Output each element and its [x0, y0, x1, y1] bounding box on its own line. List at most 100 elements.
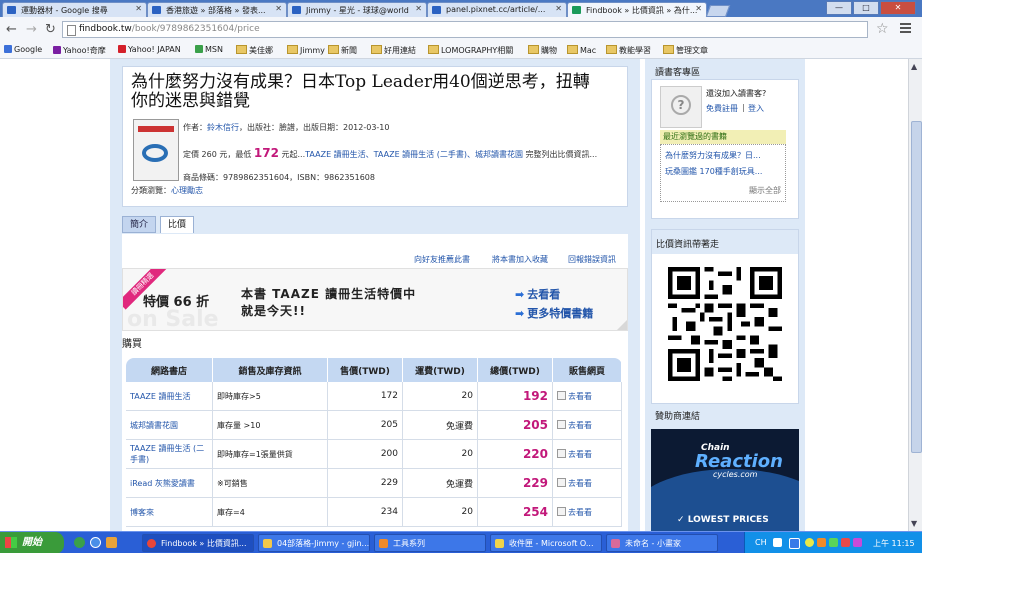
tray-icon[interactable]	[841, 538, 850, 547]
bookmark-folder[interactable]: 新聞	[328, 45, 357, 56]
reload-icon[interactable]: ↻	[45, 22, 56, 37]
store-link[interactable]: 城邦讀書花園	[126, 410, 213, 440]
quicklaunch-icon[interactable]	[74, 537, 85, 548]
go-see-link[interactable]: 去看看	[552, 410, 622, 440]
scroll-down-icon[interactable]: ▼	[911, 519, 917, 528]
bookmark-folder[interactable]: Jimmy	[287, 45, 325, 55]
tab-hk-travel[interactable]: 香港旅遊 » 部落格 » 發表... ✕	[147, 2, 287, 17]
taskbar-item-blog[interactable]: 04部落格-Jimmy - gjin...	[258, 534, 370, 552]
bookmark-msn[interactable]: MSN	[195, 45, 223, 54]
tab-pixnet-panel[interactable]: panel.pixnet.cc/article/... ✕	[427, 2, 567, 17]
login-link[interactable]: 登入	[748, 103, 764, 114]
ad-logo-line3: cycles.com	[713, 470, 758, 479]
bookmark-folder[interactable]: 購物	[528, 45, 557, 56]
show-all-link[interactable]: 顯示全部	[749, 185, 781, 196]
store-link[interactable]: iRead 灰熊愛讀書	[126, 468, 213, 498]
bookmark-star-icon[interactable]: ☆	[876, 21, 889, 37]
folder-icon	[287, 45, 298, 54]
tab-jimmy[interactable]: Jimmy - 星光 - 球球@world ✕	[287, 2, 427, 17]
tab-favicon-icon	[7, 6, 16, 14]
tray-icon[interactable]	[853, 538, 862, 547]
link-divider: |	[742, 103, 745, 112]
taskbar-item-findbook[interactable]: Findbook » 比價資訊...	[142, 534, 254, 552]
tray-icon[interactable]	[817, 538, 826, 547]
store-links[interactable]: TAAZE 讀冊生活、TAAZE 讀冊生活 (二手書)、城邦讀書花園	[305, 150, 523, 159]
tab-compare-price[interactable]: 比價	[160, 216, 194, 233]
back-arrow-icon[interactable]: ←	[6, 22, 17, 37]
go-see-link[interactable]: 去看看	[552, 497, 622, 527]
language-indicator[interactable]: CH	[755, 538, 767, 547]
scrollbar-thumb[interactable]	[911, 121, 922, 453]
promo-go-link[interactable]: ➡ 去看看	[515, 286, 560, 302]
bookmark-folder[interactable]: Mac	[567, 45, 596, 55]
mobile-qr-box: 比價資訊帶著走	[651, 229, 799, 404]
taskbar-item-tools[interactable]: 工具系列	[374, 534, 486, 552]
more-price-link[interactable]: 完整列出比價資訊...	[526, 150, 598, 159]
new-tab-button[interactable]	[705, 5, 731, 17]
member-box: ? 還沒加入讀書客? 免費註冊 | 登入 最近瀏覽過的書籍 為什麼努力沒有成果？…	[651, 79, 799, 219]
tab-close-icon[interactable]: ✕	[695, 4, 702, 13]
folder-icon	[328, 45, 339, 54]
store-link[interactable]: TAAZE 讀冊生活 (二手書)	[126, 439, 213, 469]
forward-arrow-icon[interactable]: →	[26, 22, 37, 37]
tab-close-icon[interactable]: ✕	[555, 4, 562, 13]
taskbar-item-paint[interactable]: 未命名 - 小畫家	[606, 534, 718, 552]
promo-line1: 本書 TAAZE 讀冊生活特價中	[241, 287, 417, 301]
tray-icon[interactable]	[773, 538, 782, 547]
tab-close-icon[interactable]: ✕	[135, 4, 142, 13]
sponsor-ad[interactable]: Chain Reaction cycles.com ✓ LOWEST PRICE…	[651, 429, 799, 531]
report-error-link[interactable]: 回報錯誤資訊	[568, 254, 616, 265]
promo-banner[interactable]: 讀冊精選 on Sale 特價 66 折 本書 TAAZE 讀冊生活特價中 就是…	[122, 268, 628, 331]
bookmark-yahoo-jp[interactable]: Yahoo! JAPAN	[118, 45, 181, 54]
vertical-scrollbar[interactable]: ▲ ▼	[908, 59, 922, 531]
tab-intro[interactable]: 簡介	[122, 216, 156, 233]
scroll-up-icon[interactable]: ▲	[911, 62, 917, 71]
window-controls: — □ ✕	[826, 1, 916, 15]
go-see-link[interactable]: 去看看	[552, 468, 622, 498]
recommend-link[interactable]: 向好友推薦此書	[414, 254, 470, 265]
tray-icon[interactable]	[829, 538, 838, 547]
tab-close-icon[interactable]: ✕	[275, 4, 282, 13]
side-panel: 讀書客專區 ? 還沒加入讀書客? 免費註冊 | 登入 最近瀏覽過的書籍 為什麼努…	[645, 59, 805, 531]
go-see-link[interactable]: 去看看	[552, 439, 622, 469]
promo-more-link[interactable]: ➡ 更多特價書籍	[515, 305, 593, 321]
author-link[interactable]: 鈴木信行	[207, 123, 239, 132]
tab-findbook[interactable]: Findbook » 比價資訊 » 為什... ✕	[567, 2, 707, 17]
taskbar-item-outlook[interactable]: 收件匣 - Microsoft O...	[490, 534, 602, 552]
external-link-icon	[557, 419, 566, 429]
minimize-button[interactable]: —	[826, 1, 852, 15]
start-button[interactable]: 開始	[0, 532, 64, 553]
tab-close-icon[interactable]: ✕	[415, 4, 422, 13]
store-link[interactable]: 博客來	[126, 497, 213, 527]
tray-icon[interactable]	[789, 538, 800, 549]
promo-discount: 特價 66 折	[143, 295, 210, 310]
book-cover-image[interactable]	[133, 119, 179, 181]
store-link[interactable]: TAAZE 讀冊生活	[126, 382, 213, 411]
recent-book-item[interactable]: 玩桑圖鑑 170種手創玩具...	[665, 166, 762, 177]
tab-google-search[interactable]: 運動器材 - Google 搜尋 ✕	[2, 2, 147, 17]
ie-icon[interactable]	[90, 537, 101, 548]
add-favorite-link[interactable]: 將本書加入收藏	[492, 254, 548, 265]
bookmark-folder[interactable]: 好用連結	[371, 45, 416, 56]
close-window-button[interactable]: ✕	[880, 1, 916, 15]
ship-cell: 20	[402, 382, 478, 411]
category-link[interactable]: 心理勵志	[171, 186, 203, 195]
bookmark-folder[interactable]: 美佳娜	[236, 45, 273, 56]
yahoo-icon	[53, 46, 61, 54]
desktop-icon[interactable]	[106, 537, 117, 548]
menu-icon[interactable]	[900, 23, 911, 35]
avatar: ?	[660, 86, 702, 128]
bookmark-yahoo-tw[interactable]: Yahoo!奇摩	[53, 45, 106, 56]
browser-toolbar: ← → ↻ findbook.tw/book/9789862351604/pri…	[0, 17, 922, 44]
tab-favicon-icon	[432, 6, 441, 14]
tray-icon[interactable]	[805, 538, 814, 547]
bookmark-folder[interactable]: 教能學習	[606, 45, 651, 56]
go-see-link[interactable]: 去看看	[552, 382, 622, 411]
recent-book-item[interactable]: 為什麼努力沒有成果？日...	[665, 150, 761, 161]
bookmark-folder[interactable]: LOMOGRAPHY相關	[428, 45, 513, 56]
bookmark-folder[interactable]: 管理文章	[663, 45, 708, 56]
address-bar[interactable]: findbook.tw/book/9789862351604/price	[62, 21, 868, 38]
signup-link[interactable]: 免費註冊	[706, 103, 738, 114]
bookmark-google[interactable]: Google	[4, 45, 42, 54]
maximize-button[interactable]: □	[853, 1, 879, 15]
